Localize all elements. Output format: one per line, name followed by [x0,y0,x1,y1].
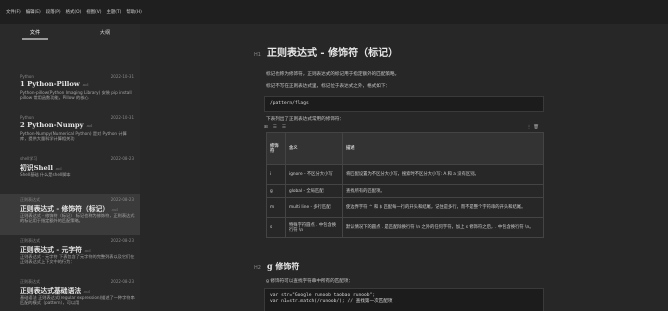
table-cell[interactable]: 使边界字符 ^ 和 $ 匹配每一行的开头和结尾，记住是多行，而不是整个字符串的开… [342,197,544,218]
note-excerpt: 正则表达式 - 修饰符（标记） 标记也称为修饰符，正则表达式的标记用于指定额外的… [20,213,135,223]
note-title-text: 初识Shell [20,164,53,172]
note-title: 初识Shell .md [20,162,62,172]
sidebar: 文件 大纲 Python 2022-10-31 1 Python-Pillow .md… [0,24,140,311]
table-cell[interactable]: i [266,164,286,185]
table-row: m multi line - 多行匹配 使边界字符 ^ 和 $ 匹配每一行的开头和结… [266,197,544,218]
note-extension: .md [85,124,93,128]
note-item[interactable]: Python 2022-10-31 2 Python-Numpy .md Python-… [0,112,140,153]
note-item[interactable]: 正则表达式 2022-08-23 正则表达式基础语法 .md 基础语法 正则表达式(re… [0,276,140,311]
code-line: /pattern/flags [270,101,309,106]
table-header: 描述 [342,132,544,165]
note-folder: Python [20,115,34,120]
table-cell[interactable]: ignore - 不区分大小写 [285,164,343,185]
table-row: i ignore - 不区分大小写 将匹配设置为不区分大小写，搜索时不区分大小写: … [266,164,544,185]
note-title-text: 正则表达式 - 修饰符（标记） [20,205,110,213]
document-heading-h2: H2 g 修饰符 [254,261,299,272]
note-title-text: 正则表达式基础语法 [20,287,82,295]
table-cell[interactable]: global - 全局匹配 [285,184,343,198]
document-heading-h1: H1 正则表达式 - 修饰符（标记） [254,44,398,59]
table-toolbar: ⊞ ☰ ☰ ⋮ 🗑 [264,124,544,131]
table-cell[interactable]: m [266,197,286,218]
table-cell[interactable]: multi line - 多行匹配 [285,197,343,218]
sidebar-tabs: 文件 大纲 [0,24,140,41]
note-title: 1 Python-Pillow .md [20,80,88,88]
table-header: 含义 [285,132,343,165]
code-line: var n1=str.match(/runoob/); // 查找第一次匹配项 [270,299,393,304]
note-item[interactable]: shell学习 2022-08-23 初识Shell .md Shell基础 什么是sh… [0,153,140,194]
note-excerpt: Python-pillow(Python Imaging Library) 安装… [20,90,132,100]
note-date: 2022-08-23 [110,279,134,284]
code-block[interactable]: var str="Google runoob taobao runoob"; v… [264,288,544,311]
table-cell[interactable]: 默认情况下的圆点 . 是匹配除换行符 \n 之外的任何字符，加上 s 修饰符之后… [342,217,544,238]
table-header: 修饰符 [266,132,286,165]
paragraph: g 修饰符可以查找字符串中所有的匹配项： [266,279,354,284]
table-cell[interactable]: 将匹配设置为不区分大小写，搜索时不区分大小写: A 和 a 没有区别。 [342,164,544,185]
note-title-text: 1 Python-Pillow [20,80,80,88]
modifiers-table: 修饰符 含义 描述 i ignore - 不区分大小写 将匹配设置为不区分大小写，搜… [266,132,544,238]
note-list: Python 2022-10-31 1 Python-Pillow .md Python… [0,71,140,311]
note-excerpt: Shell基础 什么是shell脚本 [20,172,71,177]
active-tab-indicator [22,38,48,40]
heading-level-marker: H1 [254,52,261,58]
paragraph: 标记不写在正则表达式里，标记位于表达式之外，格式如下： [266,84,391,89]
table-cell[interactable]: s [266,217,286,238]
menu-item[interactable]: 编辑(E) [26,9,41,15]
table-cell[interactable]: 查找所有的匹配项。 [342,184,544,198]
table-row: g global - 全局匹配 查找所有的匹配项。 [266,184,544,198]
heading-text: 正则表达式 - 修饰符（标记） [266,48,399,59]
table-align-icon[interactable]: ⊞ [264,125,268,130]
note-folder: Python [20,74,34,79]
note-title: 正则表达式 - 元字符 .md [20,244,91,254]
more-options-icon[interactable]: ⋮ [527,125,532,130]
paragraph: 标记也称为修饰符，正则表达式的标记用于指定额外的匹配策略。 [266,72,400,77]
note-date: 2022-08-23 [110,238,134,243]
note-title-text: 正则表达式 - 元字符 [20,246,82,254]
menu-item[interactable]: 主题(T) [106,9,121,15]
note-title: 2 Python-Numpy .md [20,121,92,129]
align-center-icon[interactable]: ☰ [282,125,286,130]
note-title-text: 2 Python-Numpy [20,121,84,129]
editor: H1 正则表达式 - 修饰符（标记） 标记也称为修饰符，正则表达式的标记用于指定额… [140,24,668,311]
paragraph: 下表列出了正则表达式常用的修饰符： [266,117,345,122]
menu-item[interactable]: 格式(O) [66,9,82,15]
note-item[interactable]: Python 2022-10-31 1 Python-Pillow .md Python… [0,71,140,112]
note-date: 2022-08-23 [110,197,134,202]
menu-bar: 文件(F) 编辑(E) 段落(P) 格式(O) 视图(V) 主题(T) 帮助(H) [0,0,668,24]
table-cell[interactable]: 特殊字符圆点 . 中包含换行符 \n [285,217,343,238]
note-item[interactable]: 正则表达式 2022-08-23 正则表达式 - 元字符 .md 正则表达式 - 元字符… [0,235,140,276]
note-title: 正则表达式 - 修饰符（标记） .md [20,203,118,213]
menu-item[interactable]: 视图(V) [86,9,101,15]
heading-text: g 修饰符 [266,261,300,271]
note-title: 正则表达式基础语法 .md [20,285,90,295]
note-extension: .md [81,83,89,87]
table-header-row: 修饰符 含义 描述 [266,132,544,165]
note-extension: .md [54,167,62,171]
note-excerpt: 正则表达式 - 元字符 下表包含了元字符的完整列表以及它们在正则表达式上下文中的… [20,254,135,264]
tab-outline[interactable]: 大纲 [70,29,140,36]
heading-level-marker: H2 [254,265,261,271]
table-row: s 特殊字符圆点 . 中包含换行符 \n 默认情况下的圆点 . 是匹配除换行符 \n… [266,217,544,238]
note-extension: .md [111,208,118,212]
note-date: 2022-08-23 [110,156,134,161]
tab-files[interactable]: 文件 [0,29,70,36]
note-item[interactable]: 正则表达式 2022-08-23 正则表达式 - 修饰符（标记） .md 正则表达式 -… [0,194,140,235]
delete-table-icon[interactable]: 🗑 [533,125,539,130]
menu-item[interactable]: 文件(F) [6,9,21,15]
note-date: 2022-10-31 [110,115,134,120]
code-block[interactable]: /pattern/flags [264,96,544,112]
note-extension: .md [83,290,90,294]
menu-item[interactable]: 帮助(H) [126,9,142,15]
note-extension: .md [83,249,91,253]
align-left-icon[interactable]: ☰ [273,125,277,130]
note-excerpt: 基础语法 正则表达式(regular expression)描述了一种字符串匹配… [20,295,135,305]
note-date: 2022-10-31 [110,74,134,79]
table-cell[interactable]: g [266,184,286,198]
note-excerpt: Python-Numpy(Numerical Python) 是对 Python… [20,131,127,141]
menu-item[interactable]: 段落(P) [46,9,61,15]
